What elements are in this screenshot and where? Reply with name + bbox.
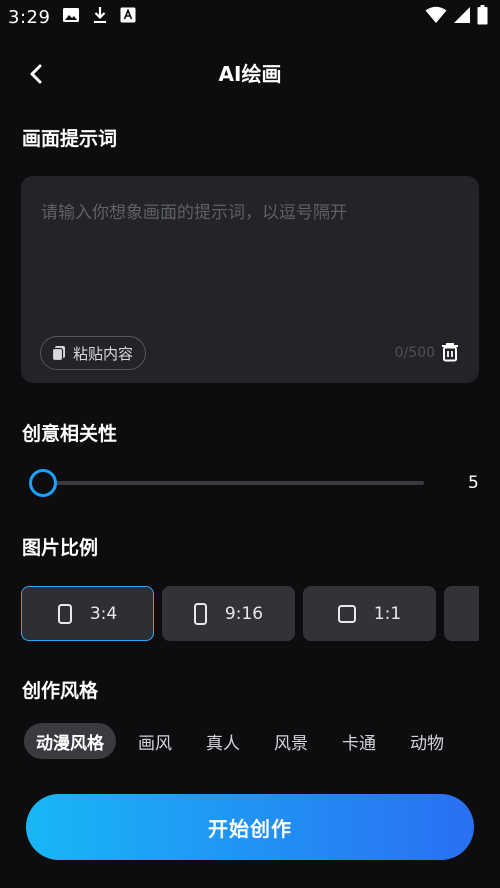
style-options: 动漫风格 画风 真人 风景 卡通 动物 — [24, 723, 484, 759]
download-icon — [92, 6, 108, 28]
image-icon — [62, 6, 80, 28]
ratio-label: 3:4 — [89, 603, 118, 624]
status-time: 3:29 — [8, 6, 51, 28]
font-icon — [120, 7, 136, 27]
battery-icon — [477, 5, 488, 29]
chevron-left-icon — [30, 64, 42, 84]
ratio-option-3-4[interactable]: 3:4 — [21, 586, 154, 641]
ratio-label: 1:1 — [373, 603, 402, 624]
style-chip-animal[interactable]: 动物 — [398, 723, 456, 759]
ratio-option-9-16[interactable]: 9:16 — [162, 586, 295, 641]
style-chip-landscape[interactable]: 风景 — [262, 723, 320, 759]
char-count: 0/500 — [394, 345, 435, 361]
start-create-button[interactable]: 开始创作 — [26, 794, 474, 860]
style-chip-painting[interactable]: 画风 — [126, 723, 184, 759]
square-icon — [337, 604, 356, 623]
wifi-icon — [425, 6, 447, 28]
ratio-options: 3:4 9:16 1:1 — [21, 586, 479, 641]
trash-icon — [442, 343, 458, 362]
status-left: 3:29 — [8, 6, 136, 28]
relevance-slider-thumb[interactable] — [29, 469, 57, 497]
relevance-section-title: 创意相关性 — [22, 423, 118, 445]
tall-portrait-rect-icon — [193, 602, 207, 625]
page-title: AI绘画 — [218, 61, 282, 86]
back-button[interactable] — [22, 60, 50, 88]
app-header: AI绘画 — [0, 48, 500, 96]
paste-button[interactable]: 粘贴内容 — [40, 336, 147, 370]
ratio-section-title: 图片比例 — [22, 537, 99, 559]
relevance-slider-track[interactable] — [42, 481, 424, 485]
style-chip-cartoon[interactable]: 卡通 — [330, 723, 388, 759]
style-chip-realistic[interactable]: 真人 — [194, 723, 252, 759]
clipboard-icon — [51, 346, 65, 361]
status-right — [425, 5, 488, 29]
ratio-option-1-1[interactable]: 1:1 — [303, 586, 436, 641]
relevance-value: 5 — [468, 473, 479, 493]
signal-icon — [453, 6, 471, 28]
style-section-title: 创作风格 — [22, 680, 99, 702]
prompt-placeholder[interactable]: 请输入你想象画面的提示词，以逗号隔开 — [41, 198, 347, 223]
clear-button[interactable] — [441, 342, 461, 364]
style-chip-anime[interactable]: 动漫风格 — [24, 723, 116, 759]
portrait-rect-icon — [57, 603, 72, 624]
paste-button-label: 粘贴内容 — [73, 344, 134, 363]
ratio-label: 9:16 — [224, 603, 264, 624]
ratio-option-more[interactable] — [444, 586, 479, 641]
prompt-input-box[interactable]: 请输入你想象画面的提示词，以逗号隔开 粘贴内容 0/500 — [21, 176, 479, 383]
status-bar: 3:29 — [0, 0, 500, 34]
prompt-section-title: 画面提示词 — [22, 128, 118, 150]
